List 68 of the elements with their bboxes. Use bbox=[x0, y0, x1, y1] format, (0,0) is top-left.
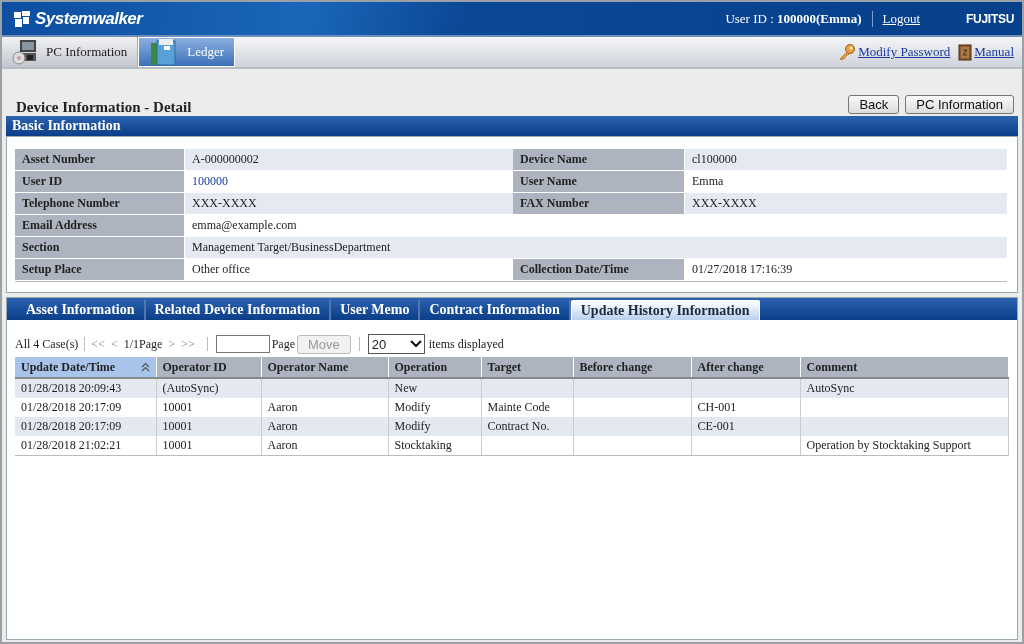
field-value: A-000000002 bbox=[185, 149, 513, 171]
field-value: 01/27/2018 17:16:39 bbox=[685, 259, 1007, 281]
chevron-down-icon bbox=[409, 340, 422, 348]
column-header[interactable]: Update Date/Time bbox=[15, 357, 156, 378]
detail-tab[interactable]: Related Device Information bbox=[145, 300, 332, 320]
logo-icon bbox=[12, 9, 32, 28]
page-title: Device Information - Detail bbox=[16, 99, 193, 116]
field-label: Asset Number bbox=[15, 149, 185, 171]
detail-tab[interactable]: Asset Information bbox=[17, 300, 146, 320]
nav-tab[interactable]: PC Information bbox=[2, 37, 139, 67]
user-id-label: User ID : 100000(Emma) bbox=[725, 10, 862, 27]
previous-page-link[interactable]: < bbox=[110, 336, 118, 352]
case-count: All 4 Case(s) bbox=[15, 336, 79, 352]
field-label: User ID bbox=[15, 171, 185, 193]
manual-link[interactable]: Manual bbox=[974, 44, 1014, 60]
column-header[interactable]: Comment bbox=[800, 357, 1009, 378]
column-header[interactable]: Operator ID bbox=[156, 357, 261, 378]
table-cell: 01/28/2018 20:09:43 bbox=[15, 378, 156, 398]
book-icon bbox=[958, 43, 973, 61]
field-value: cl100000 bbox=[685, 149, 1007, 171]
column-header[interactable]: After change bbox=[691, 357, 800, 378]
column-header[interactable]: Operator Name bbox=[261, 357, 388, 378]
page-input[interactable] bbox=[215, 335, 270, 353]
table-cell: Operation by Stocktaking Support bbox=[800, 436, 1009, 456]
table-cell: Contract No. bbox=[481, 417, 573, 436]
back-button[interactable]: Back bbox=[848, 95, 900, 114]
sort-ascending-icon bbox=[140, 362, 150, 372]
field-label: FAX Number bbox=[513, 193, 685, 215]
field-label: Collection Date/Time bbox=[513, 259, 685, 281]
logo-text: Systemwalker bbox=[35, 8, 143, 29]
computer-icon bbox=[12, 39, 38, 65]
column-header[interactable]: Before change bbox=[573, 357, 691, 378]
table-cell: Aaron bbox=[261, 417, 388, 436]
field-value: XXX-XXXX bbox=[685, 193, 1007, 215]
brand-logo: FUJITSU bbox=[966, 11, 1014, 26]
logout-link[interactable]: Logout bbox=[882, 10, 921, 27]
field-label: Telephone Number bbox=[15, 193, 185, 215]
page-indicator: 1/1Page bbox=[123, 336, 163, 352]
table-cell: 01/28/2018 21:02:21 bbox=[15, 436, 156, 456]
field-value: XXX-XXXX bbox=[185, 193, 513, 215]
table-cell: 01/28/2018 20:17:09 bbox=[15, 417, 156, 436]
field-label: Section bbox=[15, 237, 185, 259]
last-page-link[interactable]: >> bbox=[181, 336, 195, 352]
field-value: Management Target/BusinessDepartment bbox=[185, 237, 1007, 259]
field-label: User Name bbox=[513, 171, 685, 193]
field-label: Email Address bbox=[15, 215, 185, 237]
items-displayed-label: items displayed bbox=[428, 336, 504, 352]
next-page-link[interactable]: > bbox=[168, 336, 176, 352]
column-header[interactable]: Operation bbox=[388, 357, 481, 378]
pc-information-button[interactable]: PC Information bbox=[905, 95, 1014, 114]
table-cell: Aaron bbox=[261, 436, 388, 456]
table-cell: CE-001 bbox=[691, 417, 800, 436]
page-label: Page bbox=[271, 336, 295, 352]
items-per-page-select[interactable]: 20 bbox=[367, 334, 425, 354]
key-icon bbox=[839, 43, 857, 61]
section-header: Basic Information bbox=[6, 116, 1018, 136]
field-value: Other office bbox=[185, 259, 513, 281]
table-cell: 10001 bbox=[156, 417, 261, 436]
field-label: Setup Place bbox=[15, 259, 185, 281]
table-cell: Modify bbox=[388, 417, 481, 436]
field-label: Device Name bbox=[513, 149, 685, 171]
modify-password-link[interactable]: Modify Password bbox=[858, 44, 951, 60]
first-page-link[interactable]: << bbox=[91, 336, 105, 352]
table-cell: Stocktaking bbox=[388, 436, 481, 456]
table-cell: 10001 bbox=[156, 436, 261, 456]
detail-tab[interactable]: Update History Information bbox=[570, 300, 760, 320]
column-header[interactable]: Target bbox=[481, 357, 573, 378]
detail-tab[interactable]: User Memo bbox=[331, 300, 421, 320]
